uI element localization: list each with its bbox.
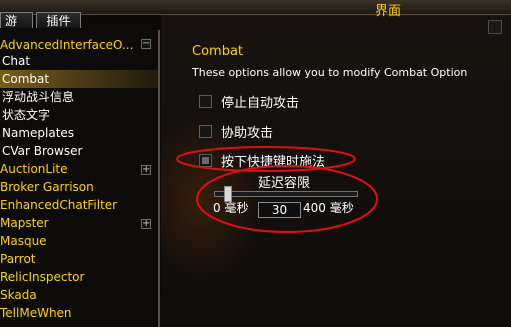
sidebar-item-chat[interactable]: Chat <box>2 52 30 70</box>
checkbox-check-icon <box>202 157 209 164</box>
sidebar-item-label: Parrot <box>0 252 36 266</box>
sidebar-item-status-text[interactable]: 状态文字 <box>2 106 50 124</box>
sidebar-item-label: Mapster <box>0 216 49 230</box>
sidebar-item-cvar-browser[interactable]: CVar Browser <box>2 142 82 160</box>
assist-attack-label: 协助攻击 <box>221 126 274 141</box>
tab-game[interactable]: 游戏 <box>0 12 33 44</box>
expand-icon[interactable]: + <box>141 219 151 229</box>
sidebar-item-relicinspector[interactable]: RelicInspector <box>0 268 84 286</box>
cast-on-keydown-label: 按下快捷键时施法 <box>221 155 326 170</box>
sidebar-item-parrot[interactable]: Parrot <box>0 250 36 268</box>
sidebar-item-skada[interactable]: Skada <box>0 286 37 304</box>
sidebar-item-broker-garrison[interactable]: Broker Garrison <box>0 178 94 196</box>
sidebar-item-masque[interactable]: Masque <box>0 232 47 250</box>
sidebar-item-label: AdvancedInterfaceO... <box>0 38 134 52</box>
expand-icon[interactable]: + <box>141 165 151 175</box>
sidebar-item-mapster[interactable]: Mapster <box>0 214 49 232</box>
addon-list-sidebar: AdvancedInterfaceO... − Chat Combat 浮动战斗… <box>0 30 160 327</box>
sidebar-item-enhancedchatfilter[interactable]: EnhancedChatFilter <box>0 196 117 214</box>
sidebar-item-label: AuctionLite <box>0 162 68 176</box>
sidebar-item-label: TellMeWhen <box>0 306 72 320</box>
sidebar-item-label: Combat <box>2 72 50 86</box>
cast-on-keydown-checkbox[interactable] <box>199 154 212 167</box>
assist-attack-checkbox[interactable] <box>199 125 212 138</box>
sidebar-item-label: 状态文字 <box>2 108 51 122</box>
spell-queue-window-input[interactable]: 30 <box>258 202 301 218</box>
sidebar-item-label: EnhancedChatFilter <box>0 198 118 212</box>
stop-autoattack-checkbox[interactable] <box>199 95 212 108</box>
sidebar-item-label: Broker Garrison <box>0 180 94 194</box>
spell-queue-window-label: 延迟容限 <box>258 176 311 191</box>
sidebar-item-floating-combat-text[interactable]: 浮动战斗信息 <box>2 88 74 106</box>
close-button[interactable] <box>488 20 502 34</box>
sidebar-item-label: Skada <box>0 288 37 302</box>
stop-autoattack-label: 停止自动攻击 <box>221 96 300 111</box>
collapse-icon[interactable]: − <box>141 39 151 49</box>
sidebar-item-label: RelicInspector <box>0 270 85 284</box>
slider-min-label: 0 毫秒 <box>213 201 249 215</box>
slider-max-label: 400 毫秒 <box>303 201 354 215</box>
tab-addons[interactable]: 插件 <box>36 12 81 28</box>
page-description: These options allow you to modify Combat… <box>192 66 468 79</box>
sidebar-item-nameplates[interactable]: Nameplates <box>2 124 74 142</box>
sidebar-item-auctionlite[interactable]: AuctionLite <box>0 160 68 178</box>
sidebar-item-label: Masque <box>0 234 47 248</box>
window-title: 界面 <box>375 4 402 19</box>
sidebar-item-label: CVar Browser <box>2 144 83 158</box>
page-title: Combat <box>192 44 244 59</box>
sidebar-item-tellmewhen[interactable]: TellMeWhen <box>0 304 72 322</box>
sidebar-item-combat[interactable]: Combat <box>0 70 158 88</box>
sidebar-item-label: Chat <box>2 54 31 68</box>
sidebar-item-label: 浮动战斗信息 <box>2 90 75 104</box>
spell-queue-window-slider[interactable] <box>214 191 358 197</box>
sidebar-item-label: Nameplates <box>2 126 75 140</box>
